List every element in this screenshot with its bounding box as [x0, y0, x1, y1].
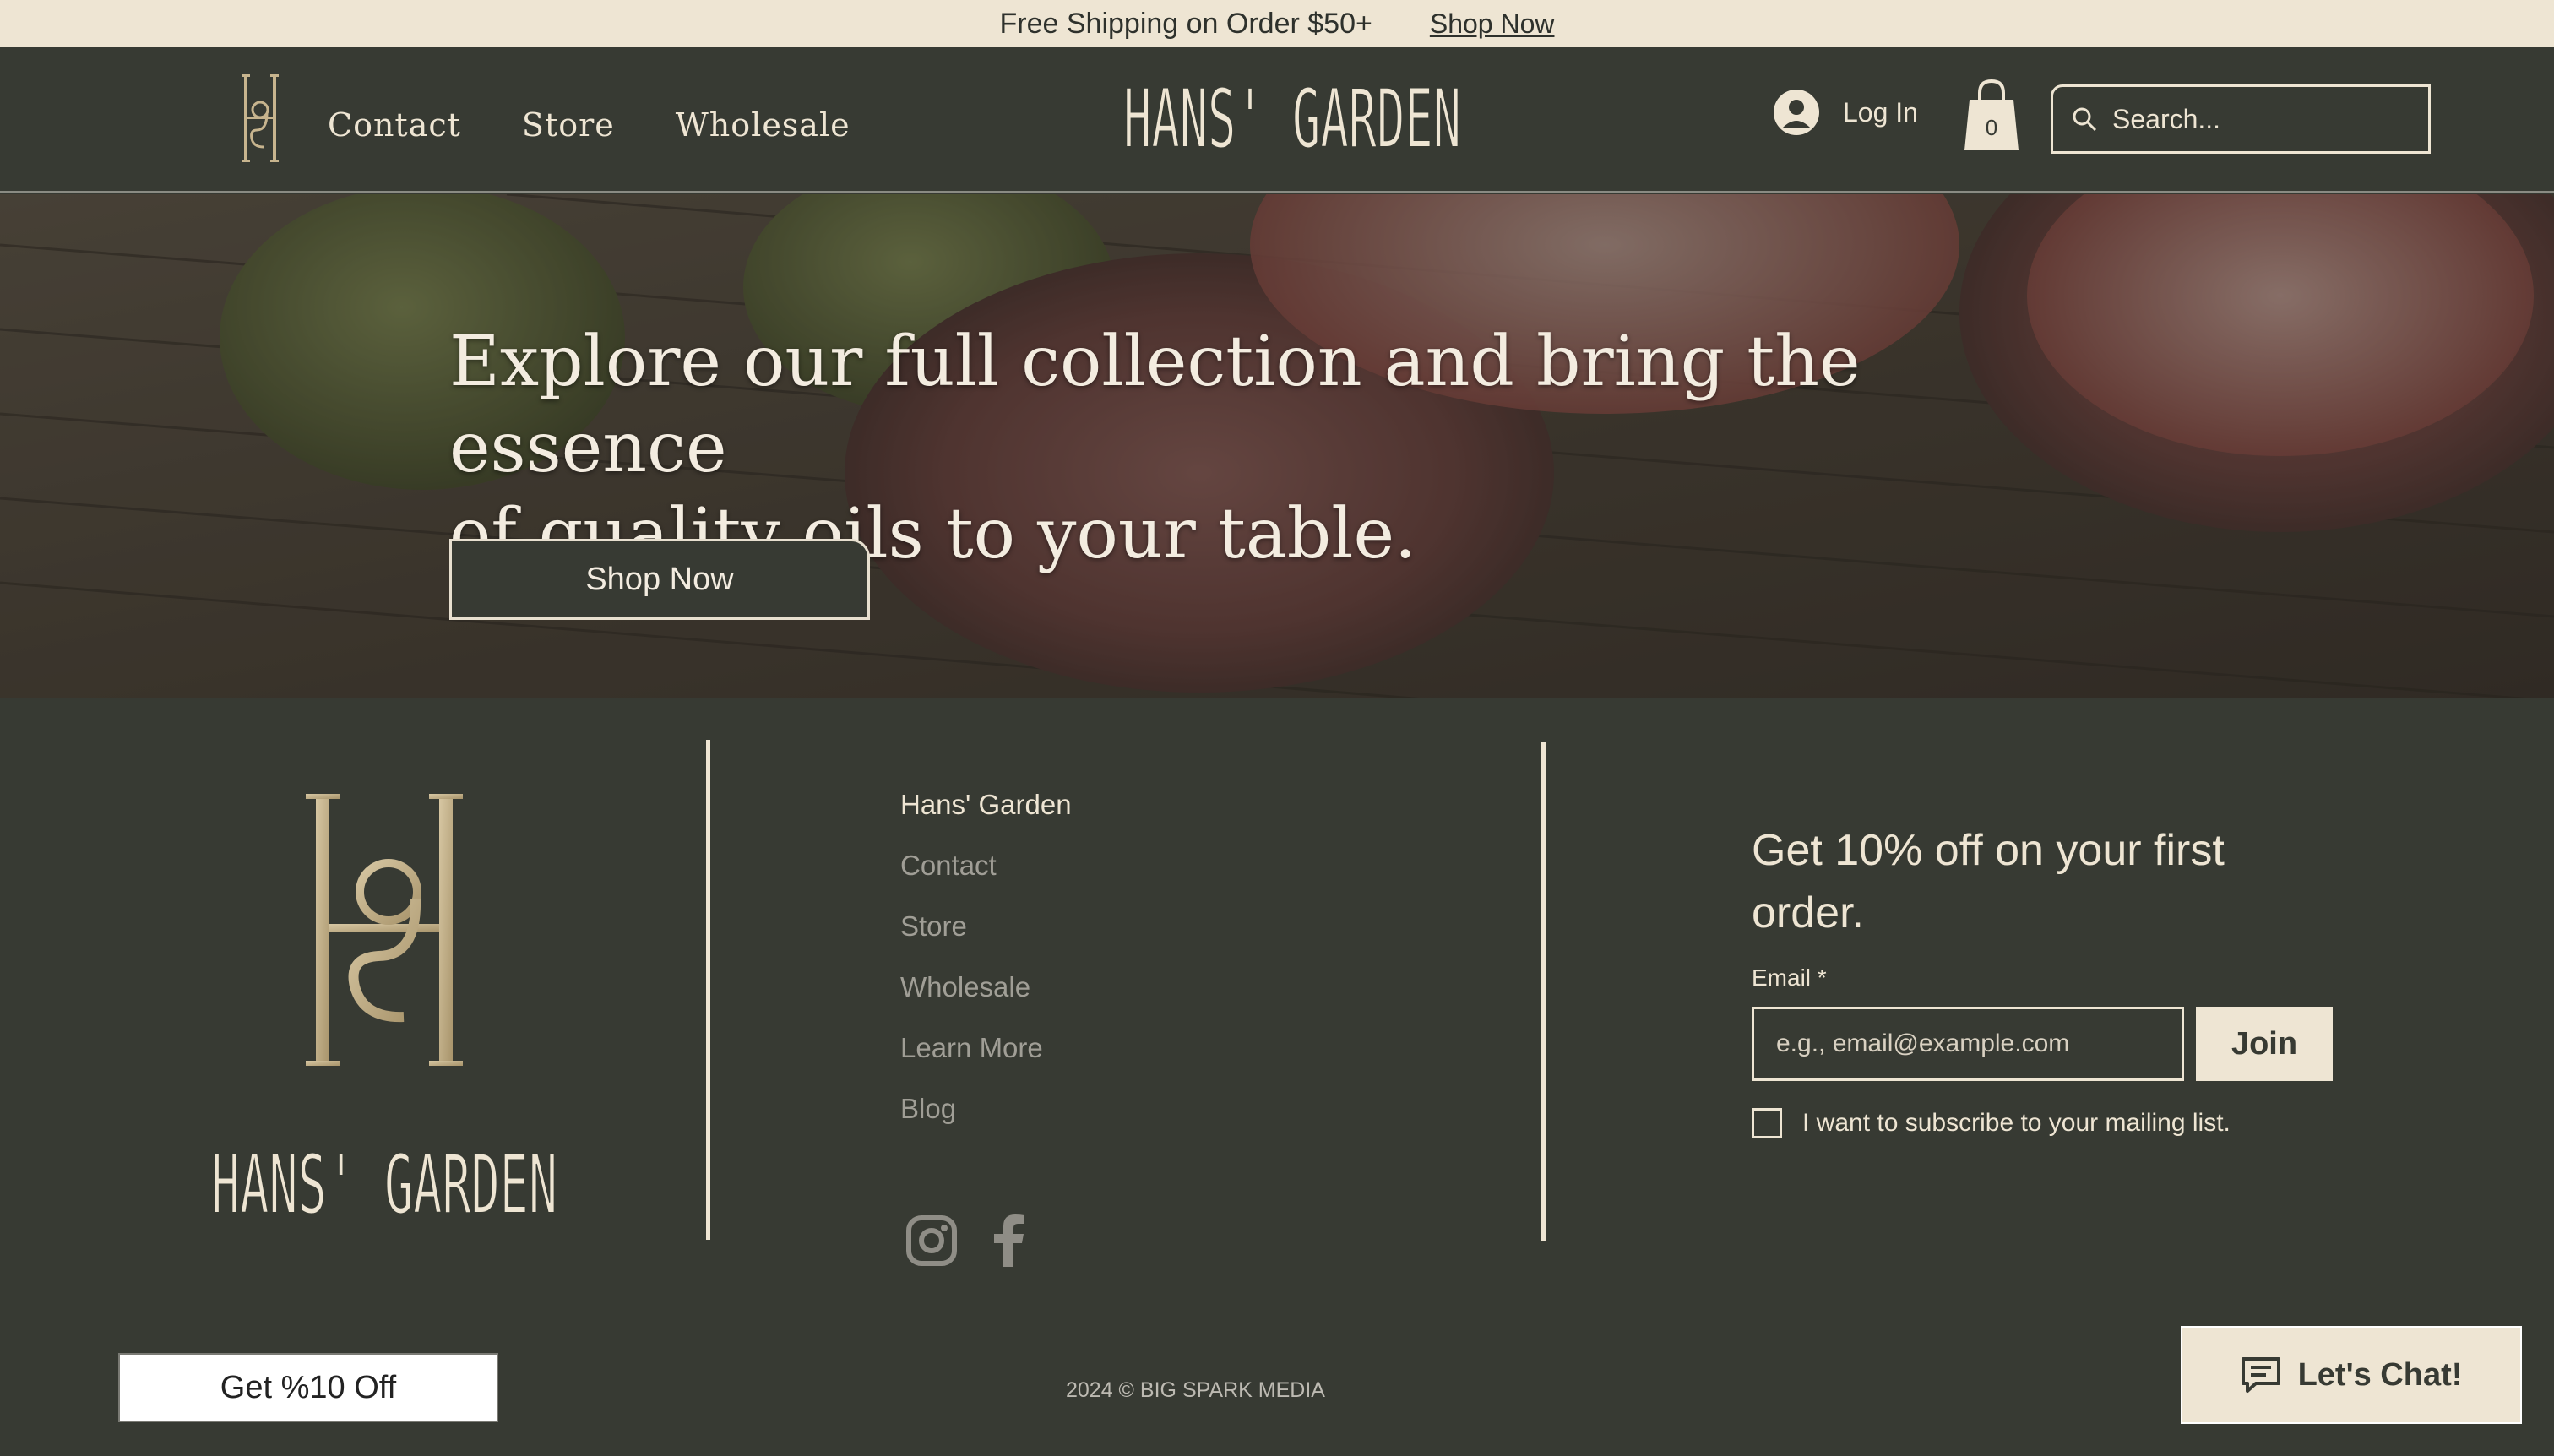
facebook-icon[interactable] [990, 1214, 1027, 1267]
promo-shop-now-link[interactable]: Shop Now [1430, 8, 1555, 40]
cart-count: 0 [1985, 115, 1998, 140]
footer-monogram-logo [306, 794, 463, 1066]
hero-banner: Explore our full collection and bring th… [0, 194, 2554, 698]
brand-logo[interactable]: HANS' GARDEN [1115, 73, 1470, 166]
subscribe-label: I want to subscribe to your mailing list… [1802, 1109, 2231, 1137]
footer-brand-logo: HANS' GARDEN [210, 1137, 558, 1230]
instagram-icon[interactable] [905, 1214, 958, 1267]
email-label: Email * [1752, 964, 1827, 991]
site-footer: HANS' GARDEN Hans' Garden Contact Store … [0, 698, 2554, 1456]
promo-text: Free Shipping on Order $50+ [999, 7, 1372, 40]
nav-store[interactable]: Store [522, 106, 615, 144]
chat-icon [2241, 1357, 2280, 1393]
footer-link-store[interactable]: Store [900, 910, 1072, 943]
search-box[interactable] [2051, 84, 2431, 154]
login-button[interactable]: Log In [1774, 90, 1918, 135]
footer-link-learn-more[interactable]: Learn More [900, 1032, 1072, 1064]
get-discount-button[interactable]: Get %10 Off [118, 1353, 498, 1422]
login-label: Log In [1843, 96, 1918, 128]
brand-logo-text: HANS' GARDEN [1123, 73, 1461, 166]
nav-contact[interactable]: Contact [328, 106, 461, 144]
chat-button[interactable]: Let's Chat! [2181, 1326, 2522, 1424]
footer-link-blog[interactable]: Blog [900, 1093, 1072, 1125]
newsletter-heading: Get 10% off on your first order. [1752, 826, 2225, 937]
hero-shop-now-button[interactable]: Shop Now [449, 539, 870, 620]
copyright-text: 2024 © BIG SPARK MEDIA [1066, 1378, 1325, 1402]
footer-divider-left [706, 740, 710, 1240]
subscribe-option[interactable]: I want to subscribe to your mailing list… [1752, 1108, 2231, 1138]
promo-bar: Free Shipping on Order $50+ Shop Now [0, 0, 2554, 47]
subscribe-checkbox[interactable] [1752, 1108, 1782, 1138]
monogram-logo[interactable] [242, 69, 279, 167]
footer-divider-right [1541, 742, 1546, 1241]
email-field[interactable] [1752, 1007, 2184, 1081]
site-header: Contact Store Wholesale HANS' GARDEN Log… [0, 47, 2554, 193]
social-links [905, 1214, 1027, 1267]
chat-label: Let's Chat! [2297, 1356, 2463, 1393]
user-icon [1774, 90, 1819, 135]
footer-link-wholesale[interactable]: Wholesale [900, 971, 1072, 1003]
footer-links: Hans' Garden Contact Store Wholesale Lea… [900, 789, 1072, 1125]
join-button[interactable]: Join [2196, 1007, 2333, 1081]
cart-button[interactable]: 0 [1961, 78, 2022, 154]
footer-link-hans-garden[interactable]: Hans' Garden [900, 789, 1072, 821]
search-icon [2073, 107, 2097, 132]
hero-heading-line-1: Explore our full collection and bring th… [449, 322, 1861, 488]
main-nav: Contact Store Wholesale [328, 106, 850, 144]
footer-link-contact[interactable]: Contact [900, 850, 1072, 882]
nav-wholesale[interactable]: Wholesale [676, 106, 850, 144]
footer-brand-logo-text: HANS' GARDEN [211, 1138, 557, 1230]
search-input[interactable] [2111, 102, 2415, 136]
